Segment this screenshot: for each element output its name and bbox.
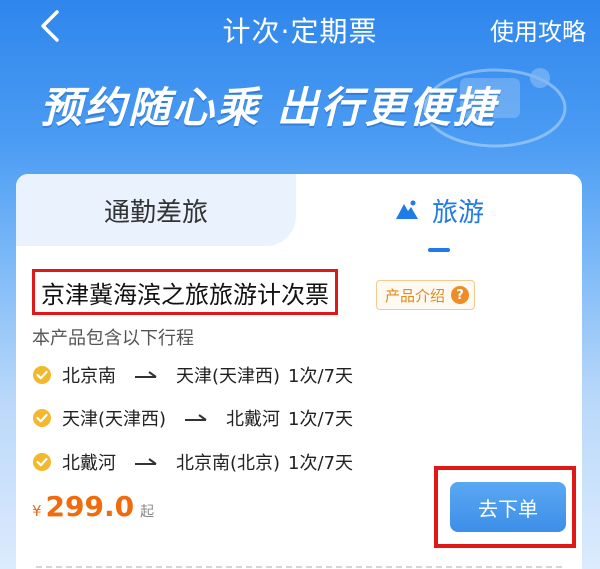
dashed-divider (36, 566, 562, 568)
check-icon (33, 453, 51, 471)
tab-label: 旅游 (431, 197, 484, 228)
product-title-text: 京津冀海滨之旅旅游计次票 (41, 280, 329, 309)
price-currency: ¥ (32, 502, 42, 520)
tab-label: 通勤差旅 (103, 197, 208, 228)
check-icon (33, 409, 51, 427)
mountain-icon (394, 199, 420, 221)
intro-tag-label: 产品介绍 (385, 286, 446, 305)
route-to: 北戴河 (226, 409, 281, 430)
tab-commute-travel[interactable]: 通勤差旅 (16, 174, 296, 246)
product-intro-tag[interactable]: 产品介绍 ? (376, 280, 476, 310)
route-frequency: 1次/7天 (288, 366, 354, 387)
arrow-right-icon (184, 413, 208, 423)
route-item: 北戴河 北京南(北京) 1次/7天 (32, 449, 353, 475)
route-frequency: 1次/7天 (288, 453, 354, 474)
price: ¥ 299.0 起 (32, 490, 154, 523)
check-icon (33, 366, 51, 384)
usage-guide-link[interactable]: 使用攻略 (490, 12, 586, 47)
price-amount: 299.0 (45, 490, 135, 523)
active-tab-indicator (428, 248, 450, 252)
route-from: 北戴河 (62, 453, 116, 474)
question-icon: ? (451, 286, 470, 304)
price-suffix: 起 (140, 504, 155, 520)
tab-tourism[interactable]: 旅游 (296, 174, 582, 246)
route-frequency: 1次/7天 (288, 409, 354, 430)
ticket-card: 通勤差旅 旅游 京津冀海滨之旅旅游计次票 产品介绍 ? 本产品包含以下行程 北京… (16, 174, 582, 569)
arrow-right-icon (134, 370, 158, 380)
route-to: 北京南(北京) (176, 453, 281, 474)
route-from: 天津(天津西) (62, 409, 167, 430)
product-title[interactable]: 京津冀海滨之旅旅游计次票 (32, 269, 338, 315)
route-item: 天津(天津西) 北戴河 1次/7天 (32, 405, 353, 431)
arrow-right-icon (134, 457, 158, 467)
includes-label: 本产品包含以下行程 (32, 328, 194, 349)
route-to: 天津(天津西) (176, 366, 281, 387)
place-order-button[interactable]: 去下单 (450, 482, 566, 532)
route-from: 北京南 (62, 366, 116, 387)
order-button-highlight: 去下单 (434, 466, 576, 548)
route-item: 北京南 天津(天津西) 1次/7天 (32, 362, 353, 388)
banner-slogan: 预约随心乘 出行更便捷 (40, 83, 497, 132)
